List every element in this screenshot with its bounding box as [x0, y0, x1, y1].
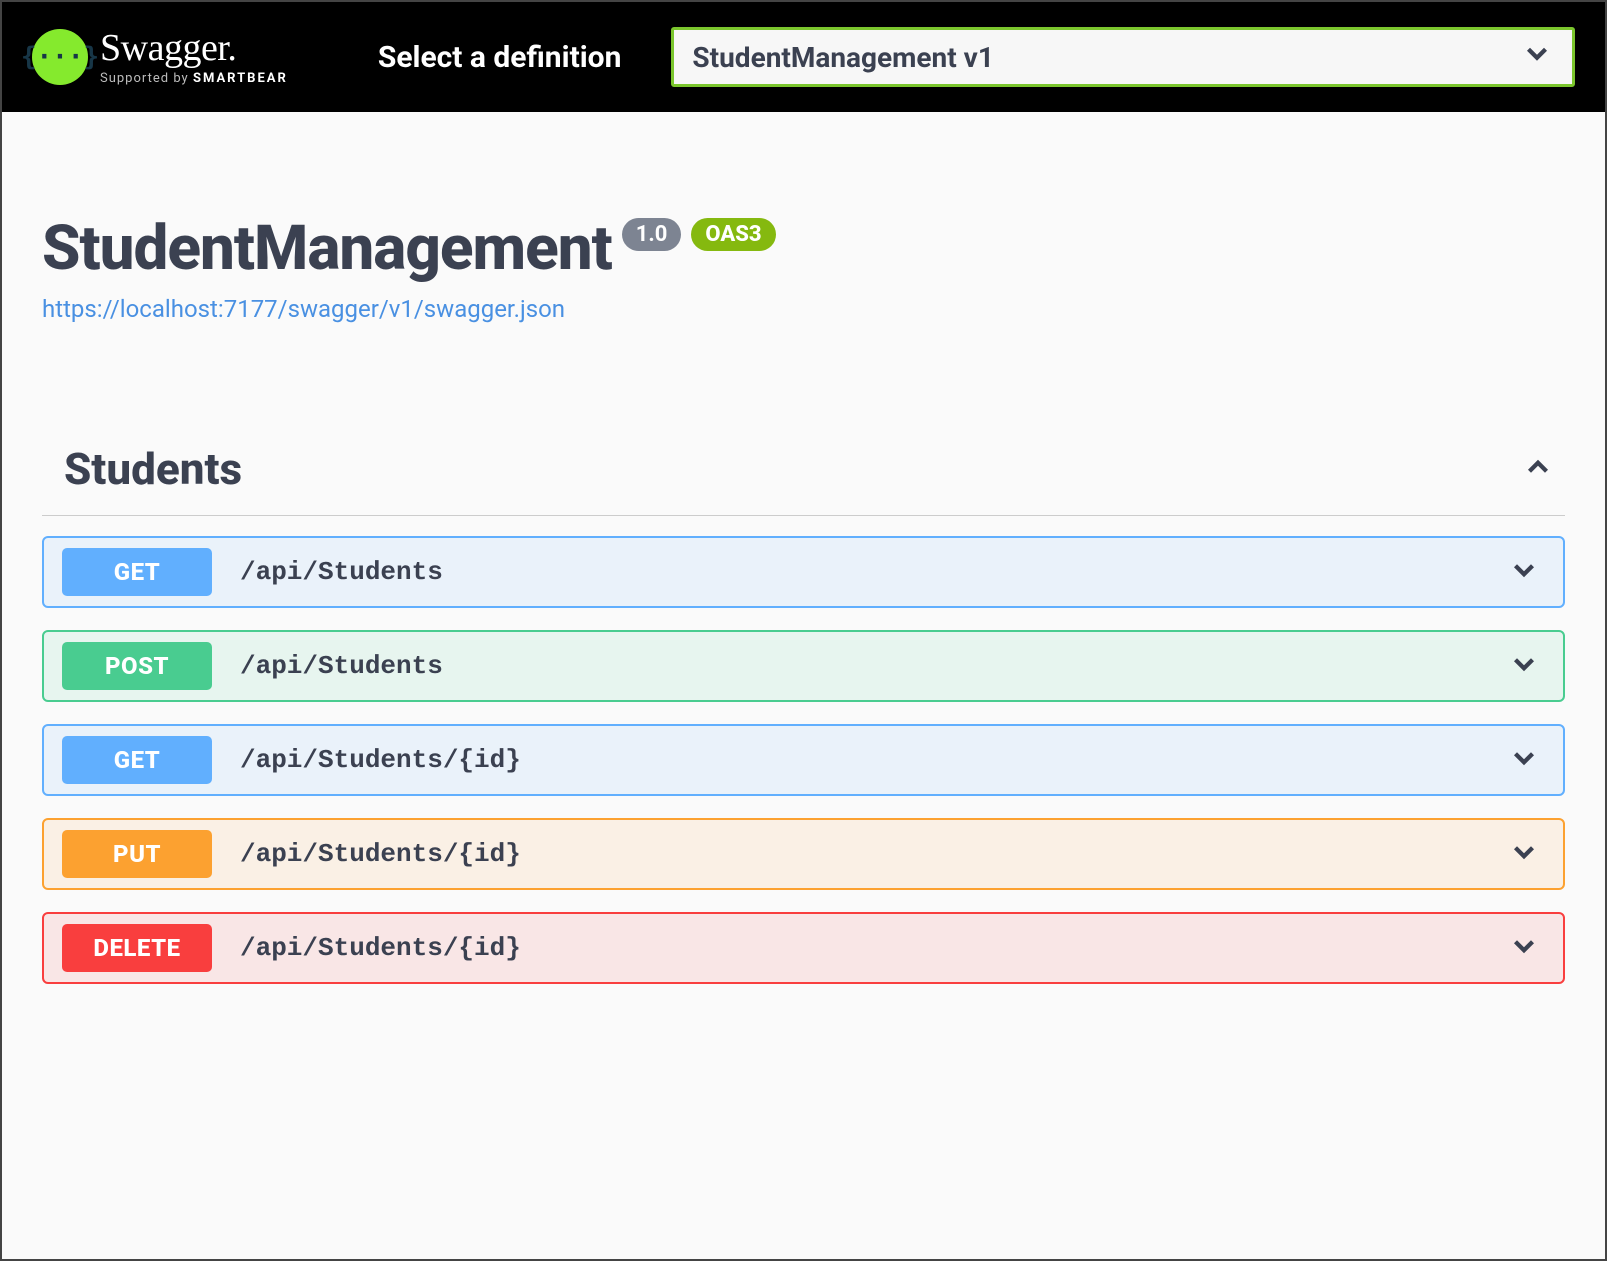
operation-get-2[interactable]: GET/api/Students/{id}	[42, 724, 1565, 796]
chevron-down-icon	[1507, 741, 1541, 779]
api-title-row: StudentManagement 1.0 OAS3	[42, 212, 1565, 285]
http-method-badge: GET	[62, 736, 212, 784]
http-method-badge: GET	[62, 548, 212, 596]
operation-path: /api/Students	[240, 651, 443, 681]
chevron-up-icon	[1521, 450, 1555, 488]
operation-path: /api/Students/{id}	[240, 745, 521, 775]
select-definition-label: Select a definition	[378, 40, 622, 75]
tag-header-students[interactable]: Students	[42, 443, 1565, 516]
oas-badge: OAS3	[691, 218, 775, 251]
chevron-down-icon	[1507, 553, 1541, 591]
main-content: StudentManagement 1.0 OAS3 https://local…	[2, 112, 1605, 1024]
chevron-down-icon	[1507, 929, 1541, 967]
tag-section-students: Students GET/api/StudentsPOST/api/Studen…	[42, 443, 1565, 984]
swagger-logo: {···} Swagger. Supported by SMARTBEAR	[32, 29, 288, 86]
supported-by-label: Supported by SMARTBEAR	[100, 71, 288, 86]
chevron-down-icon	[1507, 835, 1541, 873]
spec-url-link[interactable]: https://localhost:7177/swagger/v1/swagge…	[42, 295, 1565, 323]
http-method-badge: PUT	[62, 830, 212, 878]
http-method-badge: POST	[62, 642, 212, 690]
operation-path: /api/Students/{id}	[240, 839, 521, 869]
http-method-badge: DELETE	[62, 924, 212, 972]
topbar: {···} Swagger. Supported by SMARTBEAR Se…	[2, 2, 1605, 112]
swagger-wordmark: Swagger.	[100, 29, 288, 67]
api-title: StudentManagement	[42, 212, 612, 285]
operation-delete-4[interactable]: DELETE/api/Students/{id}	[42, 912, 1565, 984]
logo-text-block: Swagger. Supported by SMARTBEAR	[100, 29, 288, 86]
definition-selected-value: StudentManagement v1	[692, 41, 994, 74]
supported-prefix: Supported by	[100, 71, 193, 86]
smartbear-brand: SMARTBEAR	[193, 71, 288, 86]
operation-path: /api/Students	[240, 557, 443, 587]
chevron-down-icon	[1520, 37, 1554, 78]
operation-post-1[interactable]: POST/api/Students	[42, 630, 1565, 702]
tag-name: Students	[64, 443, 242, 495]
operation-path: /api/Students/{id}	[240, 933, 521, 963]
operation-get-0[interactable]: GET/api/Students	[42, 536, 1565, 608]
chevron-down-icon	[1507, 647, 1541, 685]
swagger-logo-icon: {···}	[32, 29, 88, 85]
definition-select[interactable]: StudentManagement v1	[671, 27, 1575, 87]
operation-list: GET/api/StudentsPOST/api/StudentsGET/api…	[42, 536, 1565, 984]
operation-put-3[interactable]: PUT/api/Students/{id}	[42, 818, 1565, 890]
version-badge: 1.0	[622, 218, 682, 251]
